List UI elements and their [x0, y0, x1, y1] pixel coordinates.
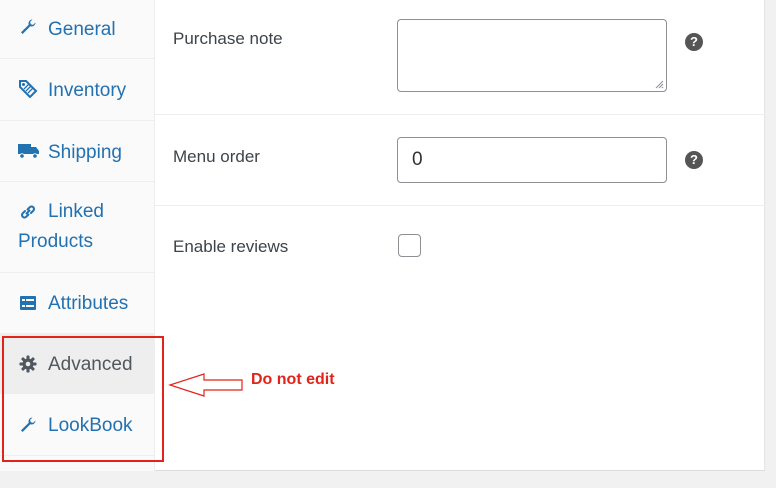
tab-general[interactable]: General — [0, 0, 154, 59]
tab-label: Linked Products — [18, 201, 104, 252]
purchase-note-textarea[interactable] — [397, 19, 667, 92]
enable-reviews-label: Enable reviews — [173, 237, 289, 256]
tab-label: Attributes — [48, 293, 129, 314]
tag-icon — [19, 80, 38, 98]
list-icon — [20, 296, 36, 310]
purchase-note-label: Purchase note — [173, 29, 283, 48]
tab-shipping[interactable]: Shipping — [0, 121, 154, 182]
row-divider — [155, 114, 765, 115]
menu-order-label: Menu order — [173, 147, 260, 166]
help-icon[interactable]: ? — [685, 151, 703, 169]
annotation-note: Do not edit — [251, 371, 335, 388]
tab-label: LookBook — [48, 415, 133, 436]
resize-grip-icon[interactable] — [655, 80, 664, 89]
product-data-panel: General Inventory Shipping Linked Produc… — [0, 0, 765, 471]
tab-attributes[interactable]: Attributes — [0, 273, 154, 334]
tab-linked-products[interactable]: Linked Products — [0, 182, 154, 273]
tab-label: Shipping — [48, 142, 122, 163]
truck-icon — [18, 144, 39, 159]
wrench-icon — [21, 19, 36, 34]
wrench-icon — [21, 417, 36, 432]
tab-label: Inventory — [48, 80, 127, 101]
tab-label: Advanced — [48, 354, 133, 375]
product-data-tabs: General Inventory Shipping Linked Produc… — [0, 0, 155, 471]
tab-lookbook[interactable]: LookBook — [0, 394, 154, 456]
left-arrow-annotation-icon — [168, 373, 243, 397]
help-icon[interactable]: ? — [685, 33, 703, 51]
tab-advanced[interactable]: Advanced — [0, 334, 154, 394]
tab-label: General — [48, 19, 116, 40]
enable-reviews-checkbox[interactable] — [398, 234, 421, 257]
row-divider — [155, 205, 765, 206]
tab-inventory[interactable]: Inventory — [0, 59, 154, 121]
menu-order-input[interactable]: 0 — [397, 137, 667, 183]
gear-icon — [19, 355, 37, 373]
